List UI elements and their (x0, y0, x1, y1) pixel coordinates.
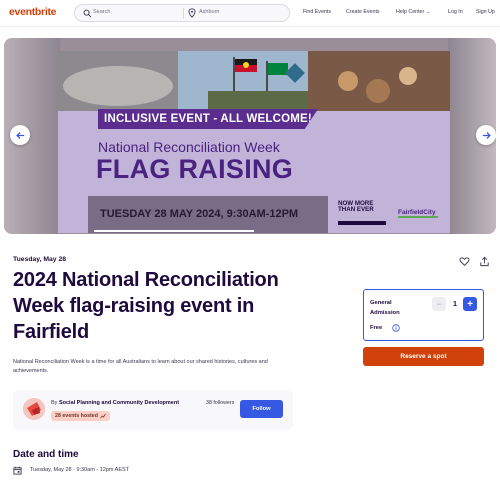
follow-button[interactable]: Follow (240, 400, 283, 418)
banner-underline (94, 230, 254, 232)
search-input[interactable]: Search (93, 9, 110, 15)
quantity-decrease-button[interactable]: − (432, 297, 446, 311)
ticket-quantity: 1 (452, 299, 458, 308)
banner-theme-strip (338, 221, 386, 225)
banner-council-logo: FairfieldCity (398, 209, 436, 216)
event-banner-image: INCLUSIVE EVENT - ALL WELCOME! National … (58, 51, 450, 233)
nav-create-events[interactable]: Create Events (346, 9, 380, 15)
organizer-byline: By Social Planning and Community Develop… (51, 400, 179, 406)
banner-theme-line2: THAN EVER (338, 206, 374, 214)
info-icon[interactable] (392, 324, 400, 332)
share-icon[interactable] (479, 256, 490, 267)
arrow-right-icon (482, 131, 491, 139)
date-and-time-heading: Date and time (13, 449, 79, 460)
event-title: 2024 National Reconciliation Week flag-r… (13, 269, 279, 343)
organizer-avatar[interactable] (23, 398, 45, 420)
banner-title: FLAG RAISING (96, 154, 294, 184)
nav-help-center-label: Help Center (396, 9, 425, 15)
date-and-time-value: Tuesday, May 28 · 9:30am - 12pm AEST (30, 467, 130, 473)
ticket-price: Free (370, 325, 383, 331)
organizer-events-hosted: 28 events hosted (55, 413, 98, 419)
nav-find-events[interactable]: Find Events (303, 9, 331, 15)
search-icon (83, 9, 92, 18)
search-bar: Search Ashburn (74, 4, 290, 22)
eventbrite-logo[interactable]: eventbrite (9, 6, 56, 18)
carousel-next-button[interactable] (476, 125, 496, 145)
calendar-icon (13, 466, 22, 475)
banner-theme: NOW MORE THAN EVER (338, 200, 386, 214)
nav-log-in[interactable]: Log In (448, 9, 463, 15)
organizer-card: By Social Planning and Community Develop… (13, 390, 293, 430)
banner-datetime: TUESDAY 28 MAY 2024, 9:30AM-12PM (100, 208, 299, 220)
chevron-down-icon: ⌄ (426, 9, 431, 15)
search-divider (183, 8, 184, 19)
quantity-increase-button[interactable]: + (463, 297, 477, 311)
location-input[interactable]: Ashburn (199, 9, 220, 15)
event-summary: National Reconciliation Week is a time f… (13, 359, 268, 374)
organizer-followers: 38 followers (206, 400, 235, 406)
banner-inclusive-tag: INCLUSIVE EVENT - ALL WELCOME! (98, 109, 318, 129)
top-nav-bar: eventbrite Search Ashburn Find Events Cr… (0, 0, 500, 27)
ticket-selector-card: General Admission Free − 1 + (363, 289, 484, 341)
banner-photo-strip (58, 51, 450, 111)
arrow-left-icon (15, 131, 24, 139)
organizer-events-hosted-badge: 28 events hosted (51, 411, 110, 421)
location-pin-icon (188, 8, 196, 18)
trend-icon (100, 413, 106, 419)
organizer-logo-icon (23, 398, 45, 420)
heart-icon[interactable] (459, 256, 470, 267)
nav-sign-up[interactable]: Sign Up (476, 9, 495, 15)
nav-help-center[interactable]: Help Center ⌄ (396, 9, 430, 15)
reserve-spot-button[interactable]: Reserve a spot (363, 347, 484, 366)
event-hero-carousel: INCLUSIVE EVENT - ALL WELCOME! National … (4, 38, 496, 234)
banner-council-underline (398, 216, 438, 218)
ticket-name: General Admission (370, 300, 400, 316)
banner-subtitle: National Reconciliation Week (98, 139, 280, 155)
organizer-name[interactable]: Social Planning and Community Developmen… (59, 400, 179, 406)
organizer-by-prefix: By (51, 400, 58, 406)
event-date-line: Tuesday, May 28 (13, 256, 67, 263)
carousel-prev-button[interactable] (10, 125, 30, 145)
